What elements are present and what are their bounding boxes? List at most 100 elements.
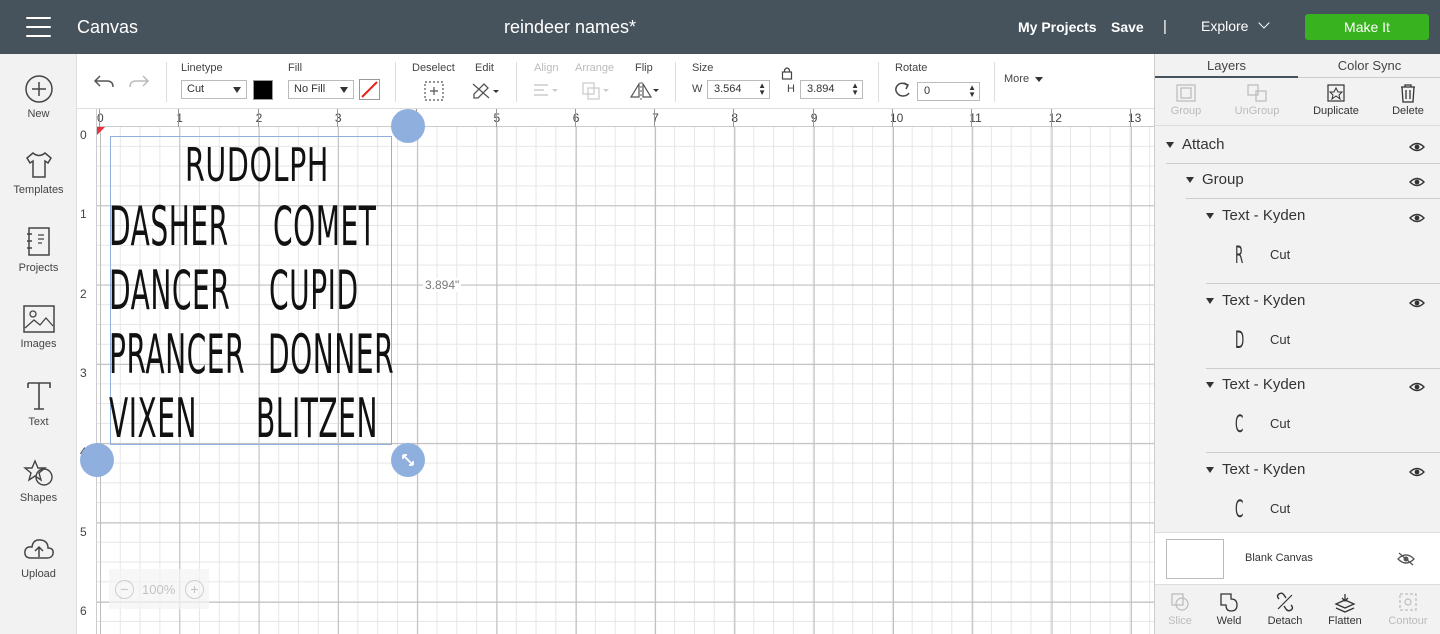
linetype-select[interactable]: Cut [181,80,247,99]
ruler-left: 0123456 [77,109,97,634]
group-button[interactable]: Group [1151,83,1221,117]
width-input[interactable]: 3.564 ▲ ▼ [707,80,770,99]
save-button[interactable]: Save [1111,19,1144,35]
collapse-triangle-icon[interactable] [1186,177,1194,183]
nav-projects[interactable]: Projects [0,226,77,274]
layer-cut-row[interactable]: D Cut [1155,326,1440,358]
blank-canvas-label: Blank Canvas [1245,552,1313,564]
redo-icon[interactable] [127,72,151,92]
explore-dropdown[interactable]: Explore [1201,17,1271,34]
selected-text-design[interactable]: RUDOLPH DASHER COMET DANCER CUPID PRANCER DON… [109,136,394,450]
detach-button[interactable]: Detach [1257,591,1313,627]
spinner-icon[interactable]: ▲ ▼ [851,82,859,97]
layer-text[interactable]: Text - Kyden [1155,375,1440,399]
ruler-top-tick [733,109,735,127]
rotate-value: 0 [924,85,931,97]
zoom-control: − 100% + [109,569,209,609]
design-word-right: BLITZEN [256,387,378,450]
layer-cut-row[interactable]: R Cut [1155,241,1440,273]
more-menu[interactable]: More [1004,73,1044,85]
ruler-top-tick [892,109,893,127]
my-projects-link[interactable]: My Projects [1018,19,1097,35]
zoom-out-button[interactable]: − [115,580,134,599]
eye-hidden-icon[interactable] [1397,552,1415,566]
nav-new[interactable]: New [0,74,77,120]
document-title[interactable]: reindeer names* [0,17,1140,38]
tab-color-sync[interactable]: Color Sync [1298,58,1440,73]
layer-thumbnail: D [1235,326,1245,354]
design-word-left: PRANCER [109,323,246,386]
nav-images[interactable]: Images [0,304,77,350]
blank-canvas-row[interactable]: Blank Canvas [1155,532,1440,584]
layer-label: Text - Kyden [1222,292,1306,309]
design-canvas[interactable]: 012345678910111213 0123456 RUDOLPH DASHE… [77,109,1154,634]
layer-cut-row[interactable]: C Cut [1155,410,1440,442]
delete-handle[interactable] [80,443,114,477]
slice-icon [1171,593,1189,611]
eye-visible-icon[interactable] [1409,465,1425,482]
resize-handle[interactable] [391,443,425,477]
flatten-button[interactable]: Flatten [1317,591,1373,627]
slice-button[interactable]: Slice [1152,591,1208,627]
linetype-color-swatch[interactable] [253,80,273,100]
collapse-triangle-icon[interactable] [1166,142,1174,148]
ruler-left-number: 3 [80,365,87,380]
nav-upload[interactable]: Upload [0,536,77,580]
delete-button[interactable]: Delete [1373,83,1440,117]
fill-select[interactable]: No Fill [288,80,354,99]
edit-pen-icon[interactable] [470,80,502,102]
layer-text[interactable]: Text - Kyden [1155,206,1440,230]
ungroup-button[interactable]: UnGroup [1222,83,1292,117]
bottom-actions: Slice Weld Detach Flatten Contour [1155,584,1440,634]
ruler-top-number: 8 [731,111,739,125]
spinner-icon[interactable]: ▲ ▼ [758,82,766,97]
fill-value: No Fill [294,83,326,95]
layer-group[interactable]: Group [1155,170,1440,194]
nav-templates[interactable]: Templates [0,150,77,196]
collapse-triangle-icon[interactable] [1206,213,1214,219]
blank-canvas-swatch[interactable] [1166,539,1224,579]
lock-icon[interactable] [781,66,793,80]
eye-visible-icon[interactable] [1409,175,1425,192]
collapse-triangle-icon[interactable] [1206,467,1214,473]
text-icon [26,382,51,410]
layer-attach[interactable]: Attach [1155,135,1440,159]
ruler-top-number: 5 [493,111,501,125]
eye-visible-icon[interactable] [1409,140,1425,157]
no-fill-swatch-icon[interactable] [359,79,380,100]
layer-cut-row[interactable]: C Cut [1155,495,1440,527]
layer-divider [1206,283,1440,284]
ruler-left-number: 1 [80,207,87,222]
layer-actions: Group UnGroup Duplicate Delete [1155,78,1440,126]
align-icon[interactable] [532,82,562,100]
height-input[interactable]: 3.894 ▲ ▼ [800,80,863,99]
undo-icon[interactable] [92,72,116,92]
rotate-handle[interactable] [391,109,425,143]
tab-layers[interactable]: Layers [1155,58,1298,73]
deselect-icon[interactable] [423,80,445,102]
linetype-value: Cut [187,83,205,95]
collapse-triangle-icon[interactable] [1206,298,1214,304]
design-word-right: COMET [273,195,377,258]
layer-text[interactable]: Text - Kyden [1155,291,1440,315]
make-it-button[interactable]: Make It [1305,14,1429,40]
rotate-input[interactable]: 0 ▲ ▼ [917,82,980,101]
layer-label: Attach [1182,136,1225,153]
rotate-icon[interactable] [893,81,913,99]
layer-thumbnail: R [1235,241,1244,269]
ruler-top-tick [1129,109,1131,127]
collapse-triangle-icon[interactable] [1206,382,1214,388]
duplicate-button[interactable]: Duplicate [1301,83,1371,117]
layer-text[interactable]: Text - Kyden [1155,460,1440,484]
weld-button[interactable]: Weld [1201,591,1257,627]
zoom-in-button[interactable]: + [185,580,204,599]
eye-visible-icon[interactable] [1409,211,1425,228]
contour-button[interactable]: Contour [1380,591,1436,627]
spinner-icon[interactable]: ▲ ▼ [968,84,976,99]
nav-text[interactable]: Text [0,380,77,428]
arrange-icon[interactable] [581,81,613,101]
eye-visible-icon[interactable] [1409,296,1425,313]
flip-icon[interactable] [629,81,661,101]
nav-shapes[interactable]: Shapes [0,458,77,504]
eye-visible-icon[interactable] [1409,380,1425,397]
